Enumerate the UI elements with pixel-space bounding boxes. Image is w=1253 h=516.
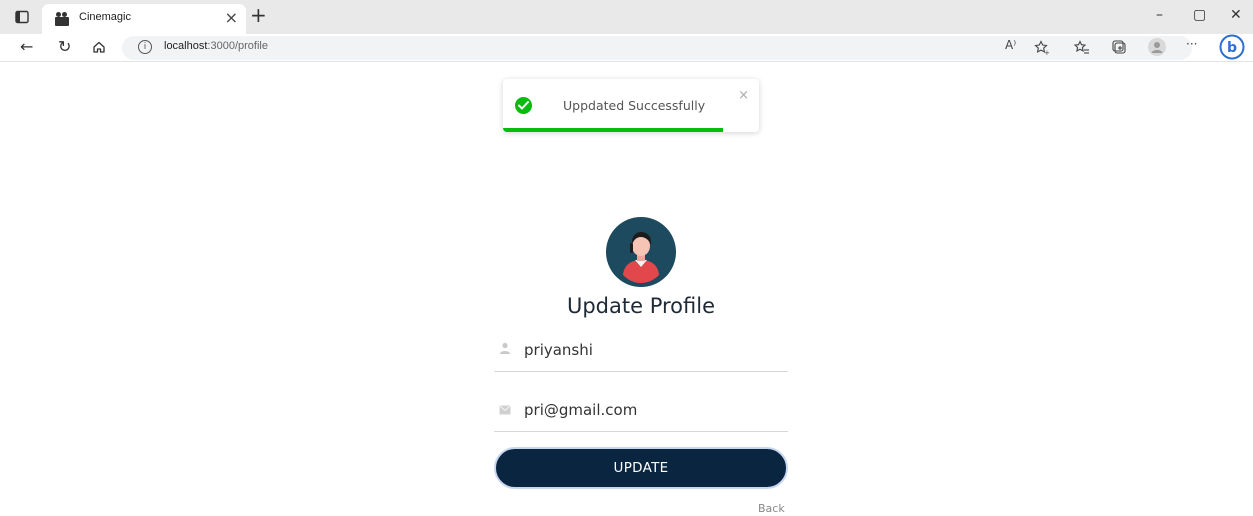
close-window-icon[interactable]: ✕ [1230,7,1242,23]
collections-icon[interactable] [1112,40,1128,56]
info-icon[interactable]: i [138,40,152,54]
user-icon [500,342,510,354]
browser-tab-active[interactable]: Cinemagic × [42,4,246,34]
address-bar[interactable]: i localhost:3000/profile [122,36,1192,60]
name-field [494,334,788,372]
page-title: Update Profile [566,294,716,318]
email-field [494,394,788,432]
refresh-icon[interactable]: ↻ [58,37,71,56]
favorites-icon[interactable] [1074,40,1090,56]
email-input[interactable] [524,395,774,425]
more-menu-icon[interactable]: ··· [1186,37,1197,51]
film-clapper-icon [55,12,69,26]
browser-tab-bar: Cinemagic × + – ▢ ✕ [0,0,1253,34]
read-aloud-icon[interactable]: A⁾ [1005,38,1016,52]
envelope-icon [499,405,511,415]
home-icon[interactable] [92,40,106,54]
minimize-icon[interactable]: – [1156,7,1163,23]
success-toast: Uppdated Successfully × [503,79,759,132]
profile-avatar [606,217,676,287]
name-input[interactable] [524,335,774,365]
restore-icon[interactable]: ▢ [1193,7,1206,23]
svg-text:b: b [1227,40,1237,56]
tab-actions-icon[interactable] [14,9,30,25]
add-favorite-icon[interactable]: + [1034,40,1050,56]
back-link[interactable]: Back [758,502,785,515]
toast-message: Uppdated Successfully [563,98,706,113]
update-button[interactable]: UPDATE [494,447,788,489]
check-circle-icon [515,97,532,114]
tab-title: Cinemagic [79,11,131,23]
svg-text:+: + [1044,49,1050,56]
toast-progress-bar [503,128,724,132]
address-host: localhost [164,40,208,52]
address-path: :3000/profile [207,40,268,52]
new-tab-icon[interactable]: + [250,3,267,27]
back-arrow-icon[interactable]: ← [20,37,33,56]
browser-toolbar: ← ↻ i localhost:3000/profile A⁾ + ··· b [0,34,1253,62]
bing-copilot-icon[interactable]: b [1219,34,1245,60]
tab-close-icon[interactable]: × [225,8,238,27]
toast-close-icon[interactable]: × [738,88,749,103]
address-url[interactable]: localhost:3000/profile [164,40,268,52]
profile-avatar-icon[interactable] [1148,38,1166,56]
